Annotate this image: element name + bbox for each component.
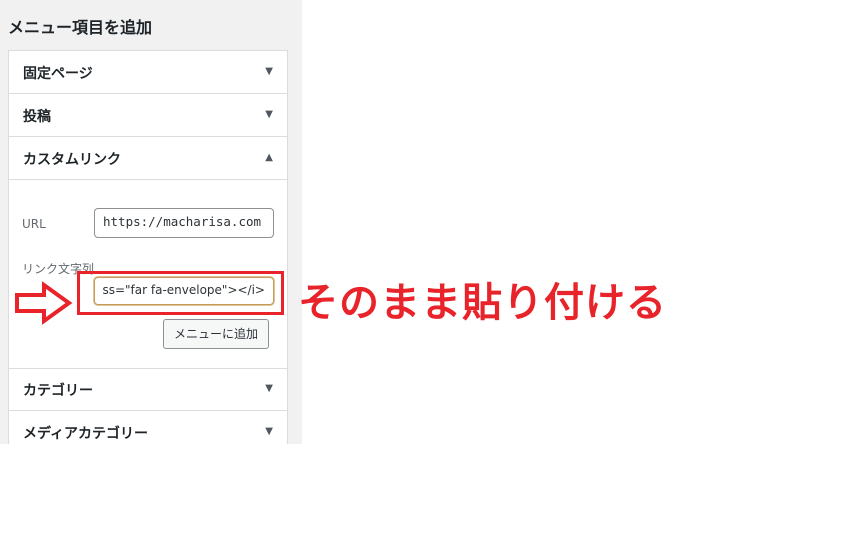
section-categories-label: カテゴリー — [23, 383, 93, 399]
section-media-categories-label: メディアカテゴリー — [23, 426, 149, 442]
section-posts-label: 投稿 — [23, 109, 51, 125]
chevron-down-icon: ▼ — [265, 66, 273, 77]
panel-title: メニュー項目を追加 — [8, 18, 153, 37]
chevron-up-icon: ▲ — [265, 152, 273, 163]
right-outline-arrow-icon — [15, 281, 73, 325]
section-pages-label: 固定ページ — [23, 66, 93, 82]
section-media-categories[interactable]: メディアカテゴリー ▼ — [9, 411, 287, 444]
section-posts[interactable]: 投稿 ▼ — [9, 94, 287, 137]
annotation-text: そのまま貼り付ける — [298, 280, 667, 326]
chevron-down-icon: ▼ — [265, 426, 273, 437]
section-custom-links[interactable]: カスタムリンク ▲ — [9, 137, 287, 180]
url-input-value: https://macharisa.com — [103, 214, 262, 229]
highlight-box — [77, 271, 284, 315]
section-pages[interactable]: 固定ページ ▼ — [9, 51, 287, 94]
url-input[interactable]: https://macharisa.com — [94, 208, 274, 238]
add-menu-items-panel: メニュー項目を追加 固定ページ ▼ 投稿 ▼ カスタムリンク ▲ URL htt… — [0, 0, 302, 444]
chevron-down-icon: ▼ — [265, 109, 273, 120]
section-custom-links-label: カスタムリンク — [23, 152, 121, 168]
url-label: URL — [22, 217, 46, 231]
section-categories[interactable]: カテゴリー ▼ — [9, 368, 287, 411]
add-to-menu-button[interactable]: メニューに追加 — [163, 319, 270, 349]
chevron-down-icon: ▼ — [265, 383, 273, 394]
menu-items-accordion: 固定ページ ▼ 投稿 ▼ カスタムリンク ▲ URL https://macha… — [8, 50, 288, 444]
